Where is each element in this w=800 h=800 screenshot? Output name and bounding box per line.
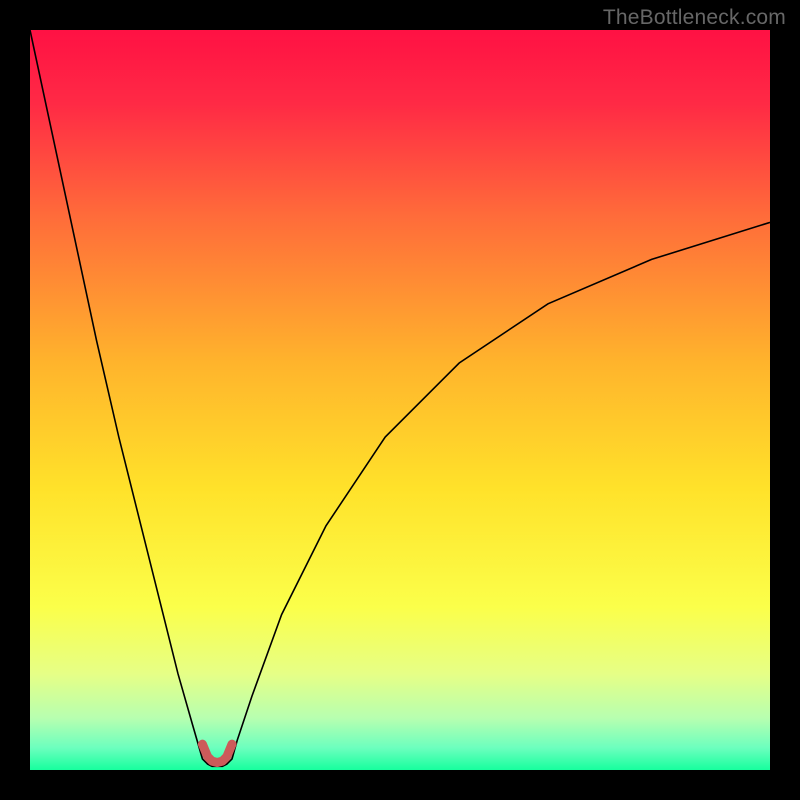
chart-svg [30,30,770,770]
chart-frame: TheBottleneck.com [0,0,800,800]
plot-area [30,30,770,770]
watermark-text: TheBottleneck.com [603,6,786,30]
gradient-background [30,30,770,770]
